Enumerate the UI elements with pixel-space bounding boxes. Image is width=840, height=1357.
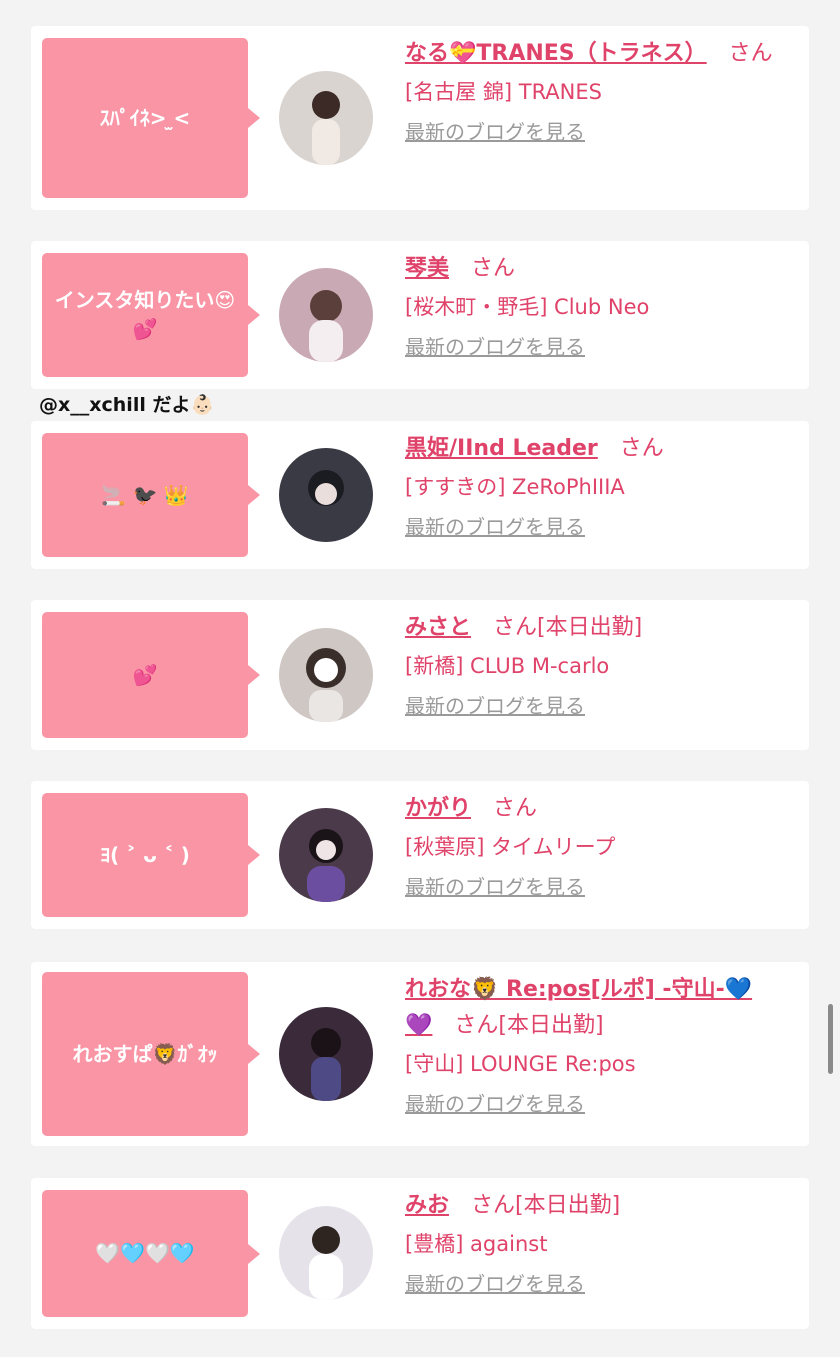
comment-bubble: れおすぱ🦁ｶﾞｵｯ [42,972,260,1136]
girl-name-link[interactable]: なる💝TRANES（トラネス） [405,41,707,66]
vertical-scrollbar[interactable] [828,1004,833,1074]
avatar[interactable] [279,1206,373,1300]
comment-text: 🚬 🐦‍⬛ 👑 [101,482,189,507]
info-block: 琴美 さん [桜木町・野毛] Club Neo 最新のブログを見る [405,251,797,367]
blog-link[interactable]: 最新のブログを見る [405,327,797,367]
girl-name-link[interactable]: 黒姫/IInd Leader [405,436,598,461]
avatar-image [309,290,343,362]
avatar-image [309,1226,343,1300]
girl-card: れおすぱ🦁ｶﾞｵｯ れおな🦁 Re:pos[ルポ] -守山-💙💜 さん[本日出勤]… [31,962,809,1146]
girl-card: 🚬 🐦‍⬛ 👑 黒姫/IInd Leader さん [すすきの] ZeRoPhII… [31,421,809,569]
avatar[interactable] [279,448,373,542]
avatar-image [312,91,340,165]
girl-name-link[interactable]: みお [405,1193,449,1218]
girl-name-link[interactable]: みさと [405,615,471,640]
info-block: れおな🦁 Re:pos[ルポ] -守山-💙💜 さん[本日出勤] [守山] LOUN… [405,972,797,1124]
avatar[interactable] [279,808,373,902]
name-line: 琴美 さん [405,251,797,287]
shop-label: [守山] LOUNGE Re:pos [405,1052,636,1076]
info-block: みお さん[本日出勤] [豊橋] against 最新のブログを見る [405,1188,797,1304]
shop-label: [桜木町・野毛] Club Neo [405,295,650,319]
comment-bubble: ﾖ( ˃ ᴗ ˂ ) [42,793,260,917]
comment-bubble: 🚬 🐦‍⬛ 👑 [42,433,260,557]
info-block: みさと さん[本日出勤] [新橋] CLUB M-carlo 最新のブログを見る [405,610,797,726]
comment-text: ｽﾊﾟｲﾈ> ̫< [99,105,191,130]
status-label: [本日出勤] [515,1193,621,1218]
girl-card: 💕 みさと さん[本日出勤] [新橋] CLUB M-carlo 最新のブログを見… [31,600,809,750]
shop-label: [豊橋] against [405,1232,548,1256]
info-block: なる💝TRANES（トラネス） さん [名古屋 錦] TRANES 最新のブログを… [405,36,797,152]
avatar-image [306,648,346,722]
name-line: 黒姫/IInd Leader さん [405,431,797,467]
avatar-image [311,1028,341,1101]
honorific: さん [493,796,538,821]
girl-card: ｽﾊﾟｲﾈ> ̫< なる💝TRANES（トラネス） さん [名古屋 錦] TRAN… [31,26,809,210]
blog-link[interactable]: 最新のブログを見る [405,867,797,907]
comment-text: 🤍🩵🤍🩵 [95,1241,195,1265]
comment-text: 💕 [132,662,158,687]
avatar-image [308,470,344,506]
comment-bubble: 🤍🩵🤍🩵 [42,1190,260,1317]
overlay-caption: @x__xchill だよ👶🏻 [39,394,215,416]
blog-link[interactable]: 最新のブログを見る [405,112,797,152]
honorific: さん [728,41,773,66]
name-line: みお さん[本日出勤] [405,1188,797,1224]
comment-bubble: 💕 [42,612,260,738]
girl-card: ﾖ( ˃ ᴗ ˂ ) かがり さん [秋葉原] タイムリープ 最新のブログを見る [31,781,809,929]
name-line: みさと さん[本日出勤] [405,610,797,646]
avatar[interactable] [279,268,373,362]
comment-bubble: ｽﾊﾟｲﾈ> ̫< [42,38,260,198]
comment-text: ﾖ( ˃ ᴗ ˂ ) [100,842,190,867]
shop-label: [秋葉原] タイムリープ [405,835,616,859]
comment-text: れおすぱ🦁ｶﾞｵｯ [72,1041,218,1066]
girl-name-link[interactable]: かがり [405,796,471,821]
avatar[interactable] [279,1007,373,1101]
honorific: さん [454,1013,499,1038]
status-label: [本日出勤] [498,1013,604,1038]
shop-label: [名古屋 錦] TRANES [405,80,602,104]
comment-text: インスタ知りたい😍💕 [54,288,236,341]
blog-link[interactable]: 最新のブログを見る [405,1264,797,1304]
avatar-image [307,829,345,902]
honorific: さん [619,436,664,461]
girl-name-link[interactable]: 琴美 [405,256,449,281]
blog-link[interactable]: 最新のブログを見る [405,686,797,726]
name-line: なる💝TRANES（トラネス） さん [405,36,797,72]
name-line: かがり さん [405,791,797,827]
honorific: さん [471,1193,516,1218]
info-block: かがり さん [秋葉原] タイムリープ 最新のブログを見る [405,791,797,907]
avatar[interactable] [279,71,373,165]
honorific: さん [471,256,516,281]
girl-card: インスタ知りたい😍💕 琴美 さん [桜木町・野毛] Club Neo 最新のブログ… [31,241,809,389]
honorific: さん [493,615,538,640]
blog-link[interactable]: 最新のブログを見る [405,1084,797,1124]
girl-card: 🤍🩵🤍🩵 みお さん[本日出勤] [豊橋] against 最新のブログを見る [31,1178,809,1329]
info-block: 黒姫/IInd Leader さん [すすきの] ZeRoPhIIIA 最新のブロ… [405,431,797,547]
comment-bubble: インスタ知りたい😍💕 [42,253,260,377]
avatar[interactable] [279,628,373,722]
status-label: [本日出勤] [537,615,643,640]
shop-label: [新橋] CLUB M-carlo [405,654,610,678]
blog-link[interactable]: 最新のブログを見る [405,507,797,547]
name-line: れおな🦁 Re:pos[ルポ] -守山-💙💜 さん[本日出勤] [405,972,777,1044]
shop-label: [すすきの] ZeRoPhIIIA [405,475,625,499]
